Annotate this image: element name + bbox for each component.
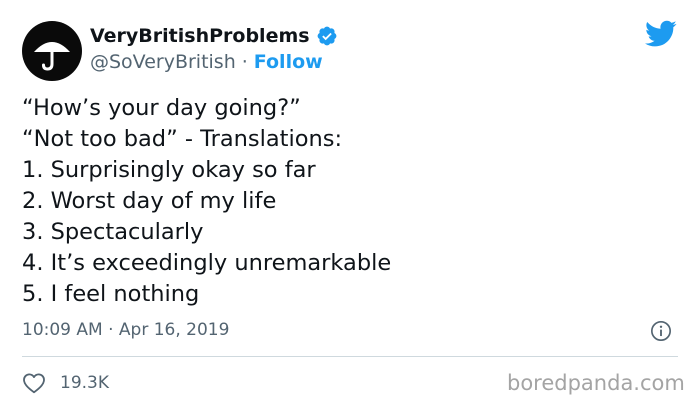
tweet-text: “How’s your day going?” “Not too bad” - … <box>22 93 672 310</box>
info-icon[interactable] <box>650 320 672 342</box>
author-handle-row: @SoVeryBritish · Follow <box>90 50 323 74</box>
tweet-line: “Not too bad” - Translations: <box>22 126 343 152</box>
tweet-line: 4. It’s exceedingly unremarkable <box>22 250 392 276</box>
tweet-line: 3. Spectacularly <box>22 219 204 245</box>
tweet-line: “How’s your day going?” <box>22 95 301 121</box>
umbrella-icon <box>34 42 70 71</box>
avatar[interactable] <box>22 21 82 81</box>
display-name[interactable]: VeryBritishProblems <box>90 23 310 49</box>
tweet-timestamp[interactable]: 10:09 AM · Apr 16, 2019 <box>22 318 229 342</box>
verified-badge-icon <box>317 26 336 46</box>
like-button[interactable]: 19.3K <box>22 370 109 396</box>
tweet-line: 2. Worst day of my life <box>22 188 277 214</box>
separator-dot: · <box>241 51 248 73</box>
heart-icon <box>23 373 45 394</box>
tweet-line: 1. Surprisingly okay so far <box>22 157 316 183</box>
divider <box>22 356 678 357</box>
twitter-bird-icon[interactable] <box>645 20 677 48</box>
tweet-card: VeryBritishProblems @SoVeryBritish · Fol… <box>0 0 700 410</box>
author-handle[interactable]: @SoVeryBritish <box>90 50 236 74</box>
follow-button[interactable]: Follow <box>254 50 323 74</box>
watermark: boredpanda.com <box>507 371 685 395</box>
like-count: 19.3K <box>60 373 109 393</box>
tweet-line: 5. I feel nothing <box>22 281 200 307</box>
author-name-row: VeryBritishProblems <box>90 23 338 49</box>
